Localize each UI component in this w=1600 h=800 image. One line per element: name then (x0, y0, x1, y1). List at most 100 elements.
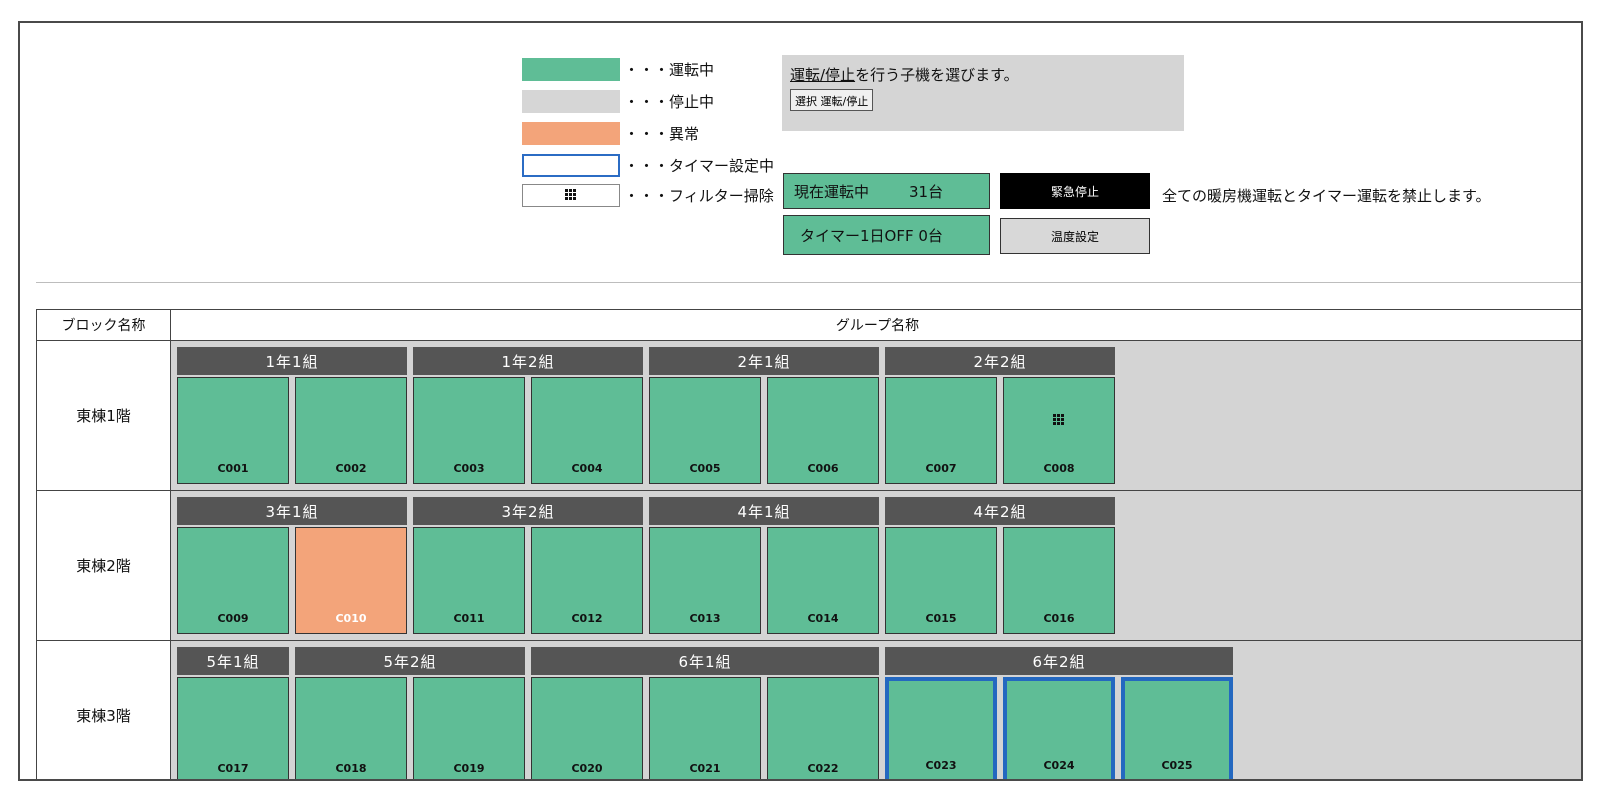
unit-cell[interactable]: C014 (767, 527, 879, 634)
legend-item-running: ・・・運転中 (522, 57, 715, 81)
unit-label: C001 (217, 462, 249, 475)
group-header: 6年1組 (531, 647, 879, 675)
unit-label: C018 (335, 762, 367, 775)
unit-cell[interactable]: C023 (885, 677, 997, 779)
legend-item-stopped: ・・・停止中 (522, 89, 715, 113)
unit-label: C011 (453, 612, 485, 625)
legend-item-timer: ・・・タイマー設定中 (522, 153, 775, 177)
floor-units-area: 1年1組 C001 C002 1年2組 C003 C004 2年1組 C005 C006 2年2組… (171, 341, 1581, 490)
legend-swatch-filter (522, 183, 620, 207)
unit-cell[interactable]: C001 (177, 377, 289, 484)
unit-label: C015 (925, 612, 957, 625)
instruction-rest: を行う子機を選びます。 (855, 66, 1019, 84)
floor-units-area: 3年1組 C009 C010 3年2組 C011 C012 4年1組 C013 C014 4年2組… (171, 491, 1581, 640)
group-header: 3年2組 (413, 497, 643, 525)
group-name-header: グループ名称 (835, 318, 920, 334)
unit-label: C022 (807, 762, 839, 775)
group-header: 1年1組 (177, 347, 407, 375)
filter-icon (1053, 414, 1065, 426)
instruction-underlined: 運転/停止 (790, 66, 856, 84)
hvac-control-panel: ・・・運転中 ・・・停止中 ・・・異常 ・・・タイマー設定中 ・・・フィルター掃… (18, 21, 1583, 781)
legend-swatch-running (522, 57, 620, 81)
unit-label: C017 (217, 762, 249, 775)
unit-label: C021 (689, 762, 721, 775)
legend-item-error: ・・・異常 (522, 121, 700, 145)
unit-cell[interactable]: C005 (649, 377, 761, 484)
group-header: 4年1組 (649, 497, 879, 525)
running-count-display: 現在運転中 31台 (783, 173, 990, 209)
timer-off-label: タイマー1日OFF 0台 (800, 226, 943, 245)
unit-label: C025 (1161, 759, 1193, 772)
unit-cell[interactable]: C003 (413, 377, 525, 484)
unit-cell[interactable]: C004 (531, 377, 643, 484)
unit-label: C005 (689, 462, 721, 475)
legend-label-filter: ・・・フィルター掃除 (624, 186, 774, 205)
unit-cell[interactable]: C021 (649, 677, 761, 779)
legend-swatch-error (522, 121, 620, 145)
floor-row: 東棟3階 5年1組 C017 5年2組 C018 C019 6年1組 C020 C021 C022… (36, 641, 1581, 779)
unit-cell[interactable]: C022 (767, 677, 879, 779)
instruction-box: 運転/停止を行う子機を選びます。 選択 運転/停止 (782, 55, 1184, 131)
unit-label: C012 (571, 612, 603, 625)
group-header: 6年2組 (885, 647, 1233, 675)
unit-cell[interactable]: C024 (1003, 677, 1115, 779)
group-header: 4年2組 (885, 497, 1115, 525)
unit-label: C003 (453, 462, 485, 475)
unit-cell[interactable]: C002 (295, 377, 407, 484)
unit-label: C016 (1043, 612, 1075, 625)
temperature-setting-button[interactable]: 温度設定 (1000, 218, 1150, 254)
legend-swatch-timer (522, 153, 620, 177)
unit-cell[interactable]: C019 (413, 677, 525, 779)
unit-cell[interactable]: C007 (885, 377, 997, 484)
unit-cell[interactable]: C020 (531, 677, 643, 779)
unit-label: C024 (1043, 759, 1075, 772)
unit-label: C008 (1043, 462, 1075, 475)
group-header: 2年2組 (885, 347, 1115, 375)
unit-label: C023 (925, 759, 957, 772)
unit-cell[interactable]: C025 (1121, 677, 1233, 779)
emergency-stop-button[interactable]: 緊急停止 (1000, 173, 1150, 209)
running-count-label: 現在運転中 (794, 182, 870, 201)
legend-label-stopped: ・・・停止中 (624, 92, 715, 111)
unit-cell[interactable]: C008 (1003, 377, 1115, 484)
group-header: 2年1組 (649, 347, 879, 375)
floor-name: 東棟1階 (37, 341, 171, 490)
floor-row: 東棟2階 3年1組 C009 C010 3年2組 C011 C012 4年1組 C013 C014… (36, 491, 1581, 641)
unit-cell[interactable]: C009 (177, 527, 289, 634)
unit-label: C019 (453, 762, 485, 775)
legend-label-error: ・・・異常 (624, 124, 700, 143)
unit-cell[interactable]: C012 (531, 527, 643, 634)
unit-label: C004 (571, 462, 603, 475)
legend-label-timer: ・・・タイマー設定中 (624, 156, 775, 175)
floor-name: 東棟2階 (37, 491, 171, 640)
timer-off-display[interactable]: タイマー1日OFF 0台 (783, 215, 990, 255)
floor-name: 東棟3階 (37, 641, 171, 779)
legend-label-running: ・・・運転中 (624, 60, 715, 79)
floor-units-area: 5年1組 C017 5年2組 C018 C019 6年1組 C020 C021 C022 6年2組… (171, 641, 1581, 779)
unit-cell[interactable]: C016 (1003, 527, 1115, 634)
block-name-header: ブロック名称 (37, 310, 171, 340)
unit-label: C014 (807, 612, 839, 625)
unit-cell[interactable]: C013 (649, 527, 761, 634)
unit-label: C010 (335, 612, 367, 625)
prohibit-note: 全ての暖房機運転とタイマー運転を禁止します。 (1162, 187, 1491, 205)
unit-label: C009 (217, 612, 249, 625)
legend-item-filter: ・・・フィルター掃除 (522, 183, 774, 207)
filter-icon (565, 189, 577, 201)
unit-label: C002 (335, 462, 367, 475)
unit-cell[interactable]: C018 (295, 677, 407, 779)
unit-cell[interactable]: C010 (295, 527, 407, 634)
unit-label: C007 (925, 462, 957, 475)
select-run-stop-button[interactable]: 選択 運転/停止 (790, 89, 874, 111)
unit-label: C020 (571, 762, 603, 775)
unit-cell[interactable]: C011 (413, 527, 525, 634)
unit-cell[interactable]: C015 (885, 527, 997, 634)
group-header: 1年2組 (413, 347, 643, 375)
legend-swatch-stopped (522, 89, 620, 113)
table-header: ブロック名称 グループ名称 (36, 309, 1581, 341)
unit-cell[interactable]: C017 (177, 677, 289, 779)
group-header: 5年1組 (177, 647, 289, 675)
divider (36, 282, 1581, 283)
unit-cell[interactable]: C006 (767, 377, 879, 484)
running-count-value: 31台 (909, 182, 944, 201)
